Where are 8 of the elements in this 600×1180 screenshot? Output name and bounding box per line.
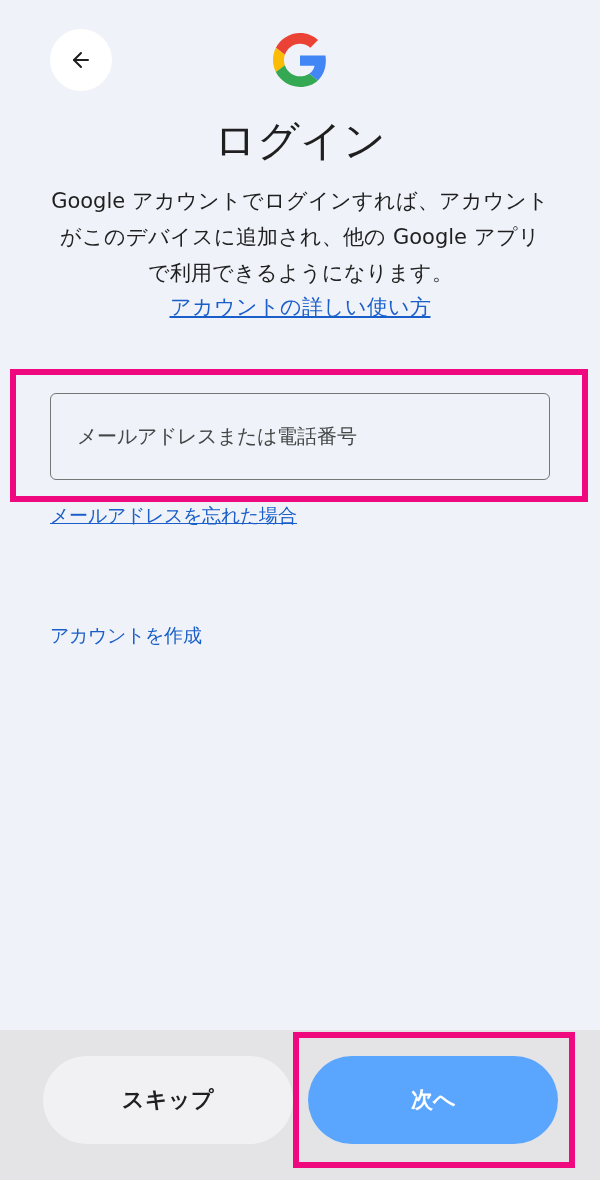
create-account-link[interactable]: アカウントを作成 — [50, 623, 202, 649]
help-link[interactable]: アカウントの詳しい使い方 — [169, 293, 431, 321]
forgot-email-link[interactable]: メールアドレスを忘れた場合 — [50, 503, 297, 529]
email-input-field[interactable]: メールアドレスまたは電話番号 — [50, 393, 550, 480]
description-text: Google アカウントでログインすれば、アカウントがこのデバイスに追加され、他の Google アプリで利用できるようになります。 — [50, 188, 550, 287]
google-logo-icon — [273, 33, 327, 87]
skip-button[interactable]: スキップ — [43, 1056, 293, 1144]
page-title: ログイン — [213, 115, 387, 167]
